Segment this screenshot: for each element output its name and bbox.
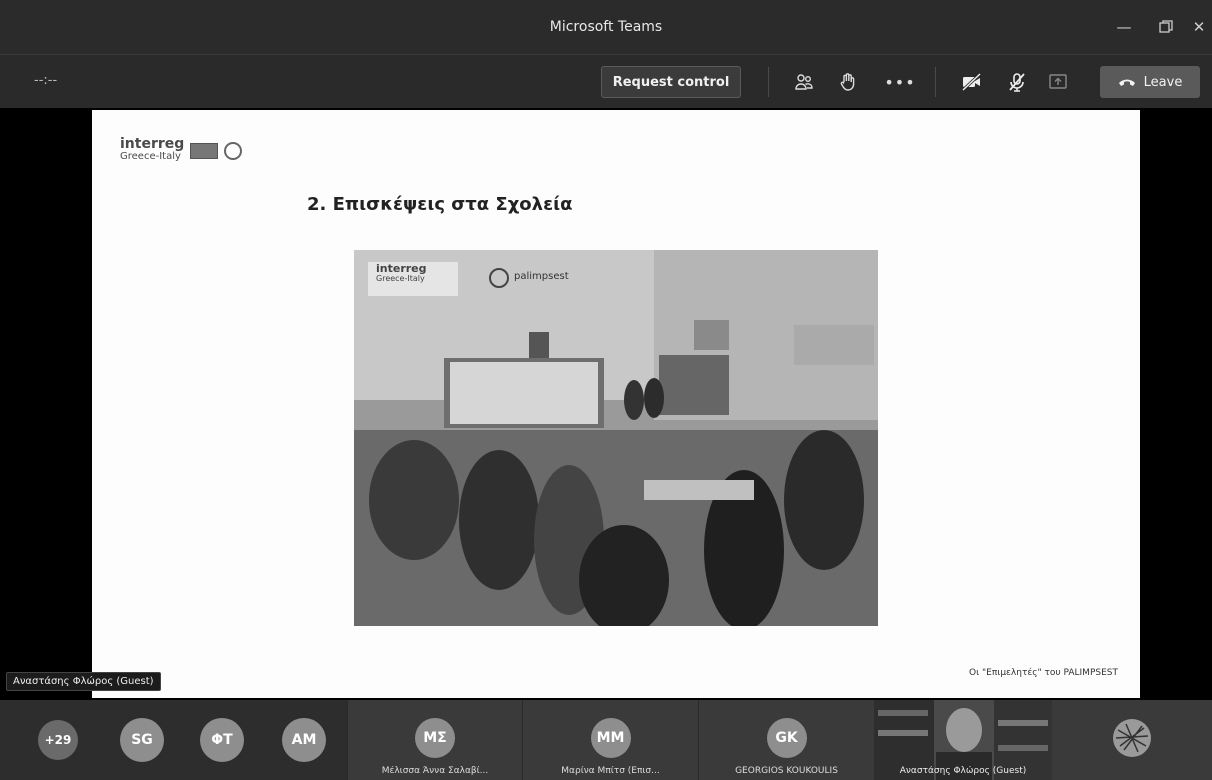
slide-title: 2. Επισκέψεις στα Σχολεία [307, 194, 573, 215]
participant-video-tile[interactable]: Αναστάσης Φλώρος (Guest) [874, 700, 1052, 780]
toolbar-divider [768, 67, 769, 97]
eu-flag-icon [190, 142, 219, 159]
participant-tile[interactable]: ΜΣ Μέλισσα Άννα Σαλαβί... [347, 700, 522, 780]
meeting-timer: --:-- [34, 73, 58, 88]
participant-avatar[interactable]: ΦΤ [200, 718, 244, 762]
slide-caption: Οι "Επιμελητές" του PALIMPSEST [969, 668, 1118, 678]
photo-logo-subtitle: Greece-Italy [376, 274, 425, 283]
toolbar-divider [935, 67, 936, 97]
shared-content-stage: interreg Greece-Italy 2. Επισκέψεις στα … [0, 108, 1212, 700]
overflow-participants-button[interactable]: +29 [38, 720, 78, 760]
presenter-name-label: Αναστάσης Φλώρος (Guest) [6, 672, 161, 691]
close-icon[interactable]: ✕ [1186, 0, 1212, 54]
photo-brand-text: palimpsest [514, 271, 569, 282]
microphone-off-icon[interactable] [1003, 68, 1031, 96]
request-control-button[interactable]: Request control [601, 66, 741, 98]
hang-up-icon [1118, 79, 1135, 86]
minimize-icon[interactable]: — [1104, 0, 1144, 54]
share-screen-icon[interactable] [1044, 68, 1072, 96]
leave-label: Leave [1143, 74, 1183, 90]
participant-name: GEORGIOS KOUKOULIS [735, 766, 838, 776]
participant-strip: +29 SG ΦΤ AM ΜΣ Μέλισσα Άννα Σαλαβί... Μ… [0, 700, 1212, 780]
photo-logo: interreg Greece-Italy [376, 262, 427, 284]
participant-pattern-avatar [1113, 719, 1151, 757]
participant-avatar[interactable]: AM [282, 718, 326, 762]
palimpsest-badge-icon [224, 141, 243, 160]
logo-subtitle: Greece-Italy [120, 151, 181, 162]
title-bar: Microsoft Teams — ✕ [0, 0, 1212, 54]
window-title: Microsoft Teams [549, 19, 663, 35]
participant-tile[interactable]: GK GEORGIOS KOUKOULIS [698, 700, 874, 780]
restore-icon[interactable] [1146, 0, 1186, 54]
camera-off-icon[interactable] [958, 68, 986, 96]
participant-avatar[interactable]: SG [120, 718, 164, 762]
presentation-slide: interreg Greece-Italy 2. Επισκέψεις στα … [92, 110, 1140, 698]
participant-tile[interactable]: ΜΜ Μαρίνα Μπίτσ (Επισ... [522, 700, 698, 780]
leave-button[interactable]: Leave [1100, 66, 1200, 98]
classroom-photo: interreg Greece-Italy palimpsest [354, 250, 878, 626]
participant-avatar: GK [766, 718, 807, 758]
raise-hand-icon[interactable] [834, 68, 862, 96]
participant-name: Μαρίνα Μπίτσ (Επισ... [561, 766, 660, 776]
participants-icon[interactable] [790, 68, 818, 96]
participant-avatar: ΜΜ [590, 718, 631, 758]
photo-logo-wordmark: interreg [376, 262, 427, 275]
logo-wordmark: interreg [120, 136, 185, 152]
participant-name: Αναστάσης Φλώρος (Guest) [899, 766, 1027, 776]
interreg-logo: interreg Greece-Italy [120, 136, 243, 163]
participant-avatar: ΜΣ [415, 718, 455, 758]
participant-name: Μέλισσα Άννα Σαλαβί... [381, 766, 489, 776]
meeting-toolbar: --:-- Request control ••• Leave [0, 54, 1212, 108]
participant-tile[interactable] [1052, 700, 1212, 780]
more-options-icon[interactable]: ••• [884, 68, 914, 96]
